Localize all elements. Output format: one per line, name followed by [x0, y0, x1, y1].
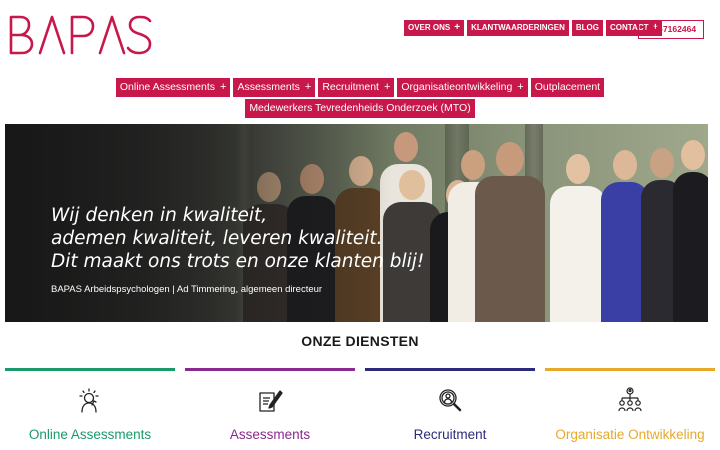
- plus-icon[interactable]: +: [517, 78, 523, 97]
- top-nav-label: BLOG: [575, 23, 599, 32]
- main-nav-online-assessments[interactable]: Online Assessments +: [115, 78, 231, 97]
- main-navigation: Online Assessments + Assessments + Recru…: [0, 78, 720, 120]
- top-nav-over-ons[interactable]: OVER ONS +: [404, 20, 465, 36]
- service-accent-bar: [545, 368, 715, 371]
- service-assessments[interactable]: Assessments: [185, 368, 355, 450]
- plus-icon[interactable]: +: [384, 78, 390, 97]
- main-nav-outplacement[interactable]: Outplacement: [530, 78, 605, 97]
- hero-quote-line: Dit maakt ons trots en onze klanten blij…: [51, 251, 425, 272]
- org-chart-icon: [617, 387, 643, 413]
- top-nav-label: OVER ONS: [408, 23, 451, 32]
- magnifier-person-icon: [437, 387, 463, 413]
- services-list: Online Assessments Assessments Recruitme…: [5, 368, 715, 450]
- hero-quote-line: Wij denken in kwaliteit,: [51, 205, 268, 226]
- bapas-logo-mark: [9, 15, 152, 55]
- phone-button[interactable]: 020-7162464: [638, 20, 704, 39]
- main-nav-organisatieontwikkeling[interactable]: Organisatieontwikkeling +: [397, 78, 528, 97]
- top-nav-blog[interactable]: BLOG: [571, 20, 603, 36]
- service-organisatie-ontwikkeling[interactable]: Organisatie Ontwikkeling: [545, 368, 715, 450]
- service-label: Assessments: [229, 427, 311, 442]
- service-label: Organisatie Ontwikkeling: [555, 427, 705, 442]
- thinking-person-icon: [77, 387, 103, 413]
- main-nav-label: Online Assessments: [119, 81, 216, 93]
- service-label: Online Assessments: [28, 427, 152, 442]
- document-pen-icon: [257, 387, 283, 413]
- top-navigation: OVER ONS + KLANTWAARDERINGEN BLOG CONTAC…: [404, 20, 663, 36]
- bapas-logo[interactable]: [8, 14, 153, 56]
- service-label: Recruitment: [413, 427, 487, 442]
- service-accent-bar: [365, 368, 535, 371]
- main-nav-label: Assessments: [237, 81, 300, 93]
- service-recruitment[interactable]: Recruitment: [365, 368, 535, 450]
- main-nav-label: Recruitment: [322, 81, 379, 93]
- services-title: ONZE DIENSTEN: [301, 333, 419, 349]
- service-online-assessments[interactable]: Online Assessments: [5, 368, 175, 450]
- main-nav-label: Organisatieontwikkeling: [401, 81, 513, 93]
- plus-icon[interactable]: +: [220, 78, 226, 97]
- hero-quote: Wij denken in kwaliteit, ademen kwalitei…: [51, 204, 424, 273]
- top-nav-label: KLANTWAARDERINGEN: [471, 23, 565, 32]
- main-nav-row: Medewerkers Tevredenheids Onderzoek (MTO…: [0, 99, 720, 118]
- main-nav-row: Online Assessments + Assessments + Recru…: [0, 78, 720, 97]
- plus-icon[interactable]: +: [305, 78, 311, 97]
- main-nav-label: Outplacement: [534, 81, 601, 93]
- service-accent-bar: [5, 368, 175, 371]
- hero-attribution: BAPAS Arbeidspsychologen | Ad Timmering,…: [51, 284, 323, 295]
- main-nav-recruitment[interactable]: Recruitment +: [318, 78, 395, 97]
- service-accent-bar: [185, 368, 355, 371]
- top-nav-klantwaarderingen[interactable]: KLANTWAARDERINGEN: [467, 20, 569, 36]
- main-nav-assessments[interactable]: Assessments +: [233, 78, 316, 97]
- main-nav-label: Medewerkers Tevredenheids Onderzoek (MTO…: [249, 102, 471, 114]
- hero-quote-line: ademen kwaliteit, leveren kwaliteit.: [51, 228, 383, 249]
- plus-icon[interactable]: +: [454, 20, 460, 36]
- main-nav-mto[interactable]: Medewerkers Tevredenheids Onderzoek (MTO…: [245, 99, 475, 118]
- hero-banner: Wij denken in kwaliteit, ademen kwalitei…: [5, 124, 708, 322]
